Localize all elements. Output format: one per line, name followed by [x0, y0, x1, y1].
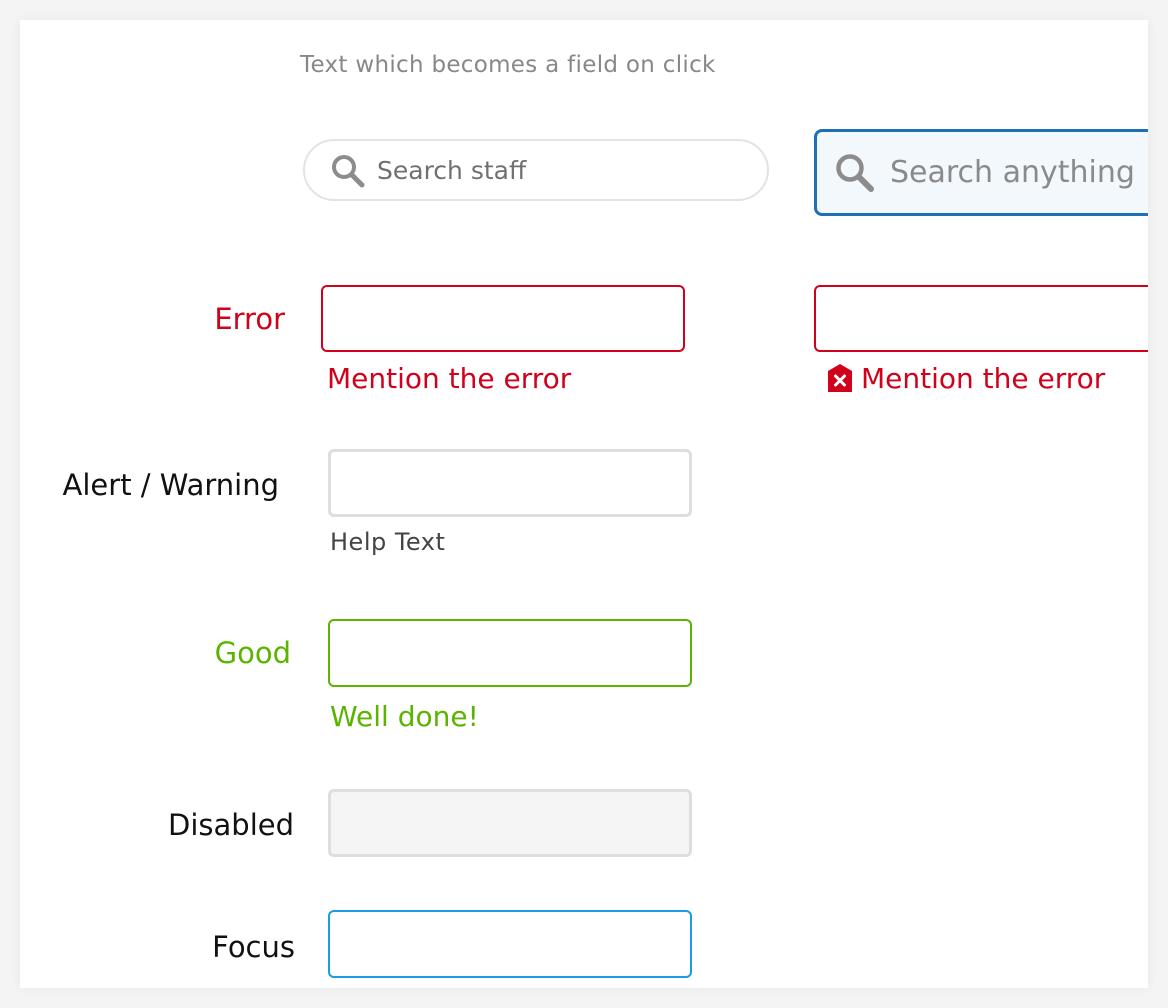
alert-warning-field[interactable] — [328, 449, 692, 517]
success-message: Well done! — [330, 700, 479, 733]
search-icon — [332, 155, 365, 188]
search-anything-input[interactable] — [890, 148, 1148, 196]
error-field-alt[interactable] — [814, 285, 1148, 352]
search-anything-field[interactable] — [814, 129, 1148, 216]
search-staff-input[interactable] — [377, 149, 747, 191]
search-icon — [836, 154, 874, 192]
error-label: Error — [214, 302, 285, 336]
error-close-icon — [828, 364, 852, 392]
search-staff-field[interactable] — [303, 139, 769, 201]
focus-label: Focus — [212, 930, 295, 964]
help-text: Help Text — [330, 528, 446, 556]
disabled-label: Disabled — [168, 808, 294, 842]
disabled-field — [328, 789, 692, 857]
form-states-panel: Text which becomes a field on click Erro… — [20, 20, 1148, 988]
error-message-with-icon: Mention the error — [861, 362, 1106, 395]
good-label: Good — [214, 636, 291, 670]
error-message: Mention the error — [327, 362, 572, 395]
good-field[interactable] — [328, 619, 692, 687]
alert-warning-label: Alert / Warning — [62, 468, 279, 502]
click-to-edit-text[interactable]: Text which becomes a field on click — [300, 52, 716, 78]
focus-field[interactable] — [328, 910, 692, 978]
error-field[interactable] — [321, 285, 685, 352]
